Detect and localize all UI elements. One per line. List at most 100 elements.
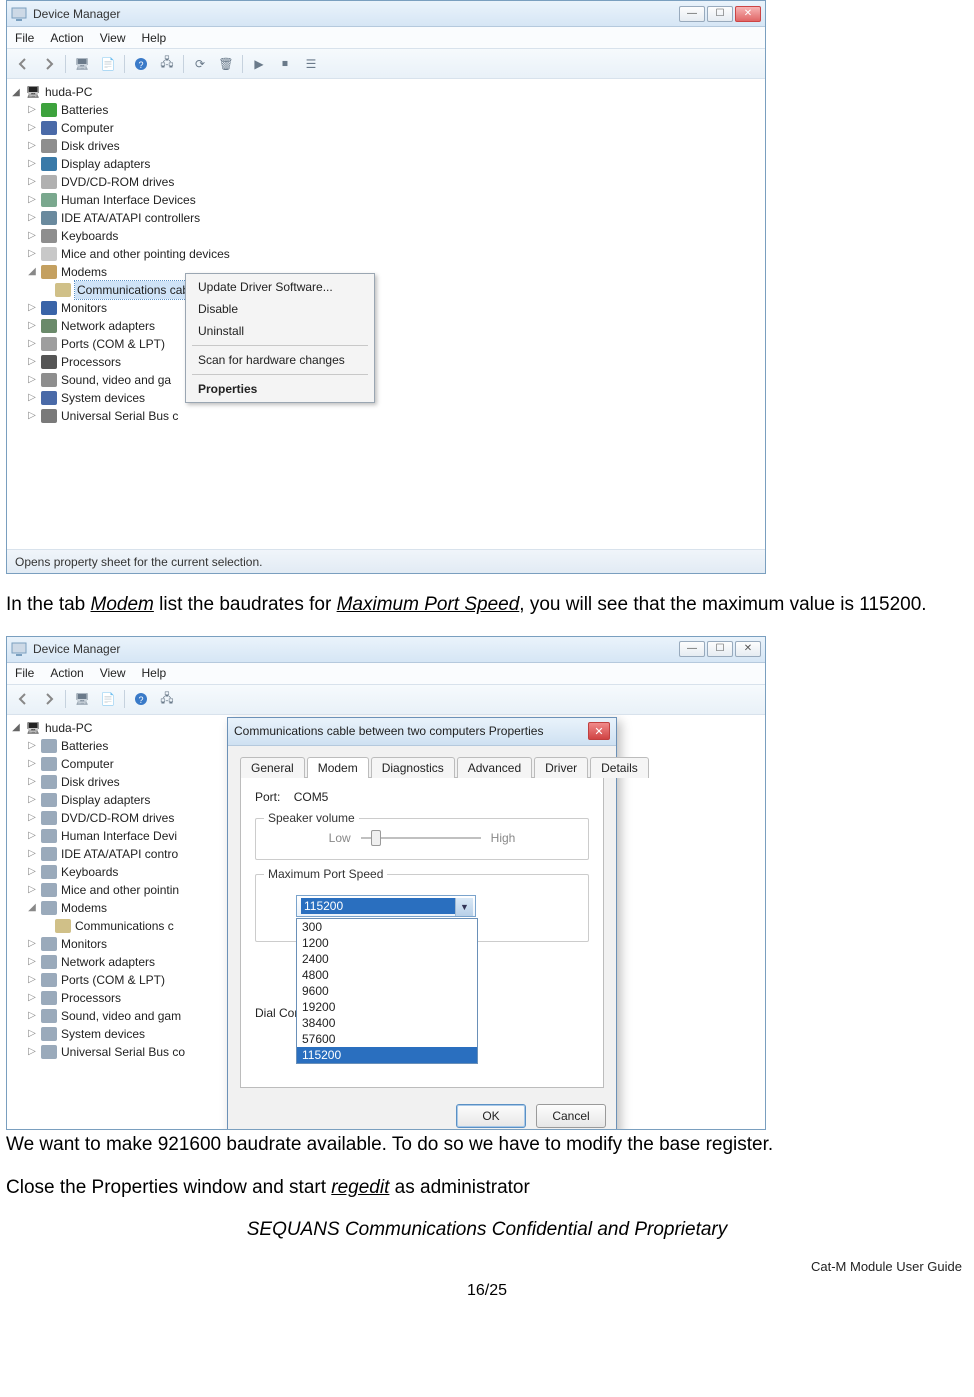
expand-icon[interactable]: ▷ xyxy=(27,737,37,755)
computer-icon[interactable]: 🖥 xyxy=(72,689,92,709)
expand-icon[interactable]: ▷ xyxy=(27,989,37,1007)
dialog-tab[interactable]: General xyxy=(240,757,305,778)
dialog-tab[interactable]: Modem xyxy=(307,757,369,778)
combobox-option[interactable]: 2400 xyxy=(297,951,477,967)
tree-sub-item[interactable]: Communications cable between two compute… xyxy=(55,281,761,299)
tree-item[interactable]: ◢Modems xyxy=(27,263,761,281)
expand-icon[interactable]: ▷ xyxy=(27,407,37,425)
expand-icon[interactable]: ▷ xyxy=(27,245,37,263)
tree-item[interactable]: ▷Monitors xyxy=(27,299,761,317)
combobox-dropdown[interactable]: 3001200240048009600192003840057600115200 xyxy=(296,918,478,1064)
maximize-button[interactable]: ☐ xyxy=(707,6,733,22)
combobox-option[interactable]: 115200 xyxy=(297,1047,477,1063)
expand-icon[interactable]: ▷ xyxy=(27,755,37,773)
cancel-button[interactable]: Cancel xyxy=(536,1104,606,1128)
back-icon[interactable] xyxy=(13,689,33,709)
minimize-button[interactable]: — xyxy=(679,6,705,22)
device-tree[interactable]: ◢ 🖥 huda-PC ▷Batteries▷Computer▷Disk dri… xyxy=(7,715,765,1129)
expand-icon[interactable]: ▷ xyxy=(27,317,37,335)
close-button[interactable]: ✕ xyxy=(735,6,761,22)
combobox-option[interactable]: 9600 xyxy=(297,983,477,999)
context-menu-item[interactable]: Disable xyxy=(188,298,372,320)
combobox-option[interactable]: 57600 xyxy=(297,1031,477,1047)
expand-icon[interactable]: ▷ xyxy=(27,953,37,971)
close-button[interactable]: ✕ xyxy=(735,641,761,657)
menu-action[interactable]: Action xyxy=(50,666,83,680)
tree-item[interactable]: ▷Display adapters xyxy=(27,155,761,173)
context-menu-item[interactable]: Uninstall xyxy=(188,320,372,342)
max-port-speed-combobox[interactable]: 115200 ▼ 3001200240048009600192003840057… xyxy=(296,895,476,917)
tree-item[interactable]: ▷IDE ATA/ATAPI controllers xyxy=(27,209,761,227)
tree-item[interactable]: ▷DVD/CD-ROM drives xyxy=(27,173,761,191)
expand-icon[interactable]: ◢ xyxy=(27,263,37,281)
properties-icon[interactable]: 📄 xyxy=(98,54,118,74)
expand-icon[interactable]: ▷ xyxy=(27,137,37,155)
expand-icon[interactable]: ▷ xyxy=(27,209,37,227)
properties-icon[interactable]: 📄 xyxy=(98,689,118,709)
uninstall-icon[interactable]: 🗑 xyxy=(216,54,236,74)
forward-icon[interactable] xyxy=(39,54,59,74)
expand-icon[interactable]: ▷ xyxy=(27,119,37,137)
menu-file[interactable]: File xyxy=(15,666,34,680)
expand-icon[interactable]: ▷ xyxy=(27,371,37,389)
expand-icon[interactable]: ▷ xyxy=(27,101,37,119)
expand-icon[interactable]: ◢ xyxy=(27,899,37,917)
expand-icon[interactable]: ▷ xyxy=(27,881,37,899)
computer-icon[interactable]: 🖥 xyxy=(72,54,92,74)
scan-icon[interactable]: 🖧 xyxy=(157,54,177,74)
expand-icon[interactable]: ▷ xyxy=(27,1007,37,1025)
context-menu-item[interactable]: Properties xyxy=(188,378,372,400)
tree-item[interactable]: ▷Sound, video and ga xyxy=(27,371,761,389)
expand-icon[interactable]: ▷ xyxy=(27,227,37,245)
slider-thumb-icon[interactable] xyxy=(371,830,381,846)
tree-item[interactable]: ▷Universal Serial Bus c xyxy=(27,407,761,425)
tree-item[interactable]: ▷Mice and other pointing devices xyxy=(27,245,761,263)
expand-icon[interactable]: ▷ xyxy=(27,845,37,863)
update-icon[interactable]: ⟳ xyxy=(190,54,210,74)
expand-icon[interactable]: ▷ xyxy=(27,353,37,371)
expand-icon[interactable]: ▷ xyxy=(27,971,37,989)
menu-action[interactable]: Action xyxy=(50,31,83,45)
help-icon[interactable]: ? xyxy=(131,54,151,74)
tree-item[interactable]: ▷Network adapters xyxy=(27,317,761,335)
menu-file[interactable]: File xyxy=(15,31,34,45)
expand-icon[interactable]: ▷ xyxy=(27,1043,37,1061)
volume-slider[interactable] xyxy=(361,837,481,839)
combobox-option[interactable]: 38400 xyxy=(297,1015,477,1031)
combobox-option[interactable]: 19200 xyxy=(297,999,477,1015)
tree-root-label[interactable]: huda-PC xyxy=(45,721,92,735)
dialog-tab[interactable]: Details xyxy=(590,757,649,778)
ok-button[interactable]: OK xyxy=(456,1104,526,1128)
collapse-icon[interactable]: ◢ xyxy=(11,722,21,733)
menu-view[interactable]: View xyxy=(100,31,126,45)
tree-item[interactable]: ▷System devices xyxy=(27,389,761,407)
maximize-button[interactable]: ☐ xyxy=(707,641,733,657)
menu-help[interactable]: Help xyxy=(142,666,167,680)
expand-icon[interactable]: ▷ xyxy=(27,791,37,809)
help-icon[interactable]: ? xyxy=(131,689,151,709)
forward-icon[interactable] xyxy=(39,689,59,709)
tree-item[interactable]: ▷Processors xyxy=(27,353,761,371)
tree-item[interactable]: ▷Human Interface Devices xyxy=(27,191,761,209)
device-tree[interactable]: ◢ 🖥 huda-PC ▷Batteries▷Computer▷Disk dri… xyxy=(7,79,765,549)
context-menu-item[interactable]: Scan for hardware changes xyxy=(188,349,372,371)
scan-icon[interactable]: 🖧 xyxy=(157,689,177,709)
enable-icon[interactable]: ▶ xyxy=(249,54,269,74)
expand-icon[interactable]: ▷ xyxy=(27,827,37,845)
tree-icon[interactable]: ☰ xyxy=(301,54,321,74)
tree-root-label[interactable]: huda-PC xyxy=(45,85,92,99)
tree-item[interactable]: ▷Batteries xyxy=(27,101,761,119)
dialog-tab[interactable]: Advanced xyxy=(457,757,532,778)
expand-icon[interactable]: ▷ xyxy=(27,773,37,791)
chevron-down-icon[interactable]: ▼ xyxy=(455,898,473,916)
menu-help[interactable]: Help xyxy=(142,31,167,45)
expand-icon[interactable]: ▷ xyxy=(27,335,37,353)
expand-icon[interactable]: ▷ xyxy=(27,173,37,191)
tree-item[interactable]: ▷Computer xyxy=(27,119,761,137)
expand-icon[interactable]: ▷ xyxy=(27,389,37,407)
back-icon[interactable] xyxy=(13,54,33,74)
expand-icon[interactable]: ▷ xyxy=(27,155,37,173)
menu-view[interactable]: View xyxy=(100,666,126,680)
expand-icon[interactable]: ▷ xyxy=(27,935,37,953)
dialog-close-button[interactable]: ✕ xyxy=(588,722,610,740)
